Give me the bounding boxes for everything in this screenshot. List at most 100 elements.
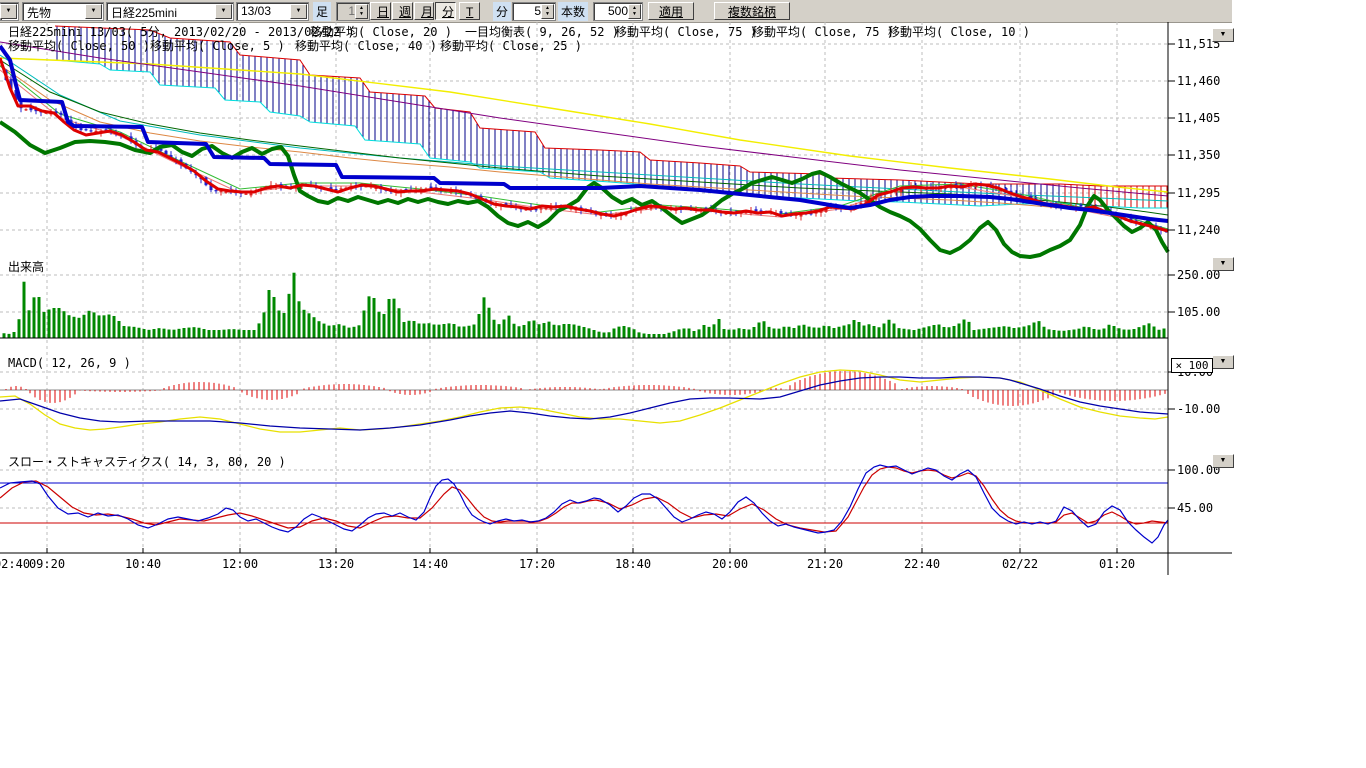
volume-bar — [523, 325, 526, 338]
volume-bar — [528, 321, 531, 338]
volume-bar — [1078, 329, 1081, 338]
volume-bar — [268, 290, 271, 338]
volume-bar — [728, 330, 731, 338]
volume-bar — [488, 308, 491, 338]
volume-bar — [208, 330, 211, 338]
volume-bar — [28, 310, 31, 338]
volume-bar — [468, 326, 471, 338]
period-daily-button[interactable]: 日 — [370, 2, 391, 20]
apply-button[interactable]: 適用 — [648, 2, 694, 20]
volume-bar — [1093, 329, 1096, 338]
volume-bar — [428, 323, 431, 338]
bar-count-spinner[interactable]: 500 ▲▼ — [593, 2, 643, 21]
volume-bar — [1058, 331, 1061, 338]
volume-bar — [163, 329, 166, 338]
pane-scale-menu-button[interactable]: ▼ — [1212, 454, 1234, 468]
volume-bar — [743, 329, 746, 338]
volume-bar — [258, 323, 261, 338]
volume-bar — [598, 332, 601, 338]
volume-bar — [63, 311, 66, 338]
pane-scale-menu-button[interactable]: ▼ — [1212, 355, 1234, 369]
volume-bar — [718, 319, 721, 338]
volume-bar — [1153, 327, 1156, 339]
volume-bar — [303, 310, 306, 338]
volume-bar — [613, 329, 616, 339]
volume-bar — [983, 329, 986, 338]
period-monthly-button[interactable]: 月 — [414, 2, 434, 20]
volume-bar — [73, 317, 76, 338]
volume-bar — [738, 328, 741, 338]
candlestick — [1080, 205, 1083, 207]
minute-spinner[interactable]: 5 ▲▼ — [512, 2, 556, 21]
volume-bar — [1003, 326, 1006, 338]
chevron-down-icon[interactable]: ▼ — [290, 4, 307, 19]
volume-bar — [68, 315, 71, 338]
multi-symbol-button[interactable]: 複数銘柄 — [714, 2, 790, 20]
contract-month-combo[interactable]: 13/03 ▼ — [236, 2, 309, 21]
volume-bar — [1073, 330, 1076, 339]
candlestick — [220, 191, 223, 192]
chevron-down-icon[interactable]: ▼ — [0, 4, 17, 19]
volume-bar — [1083, 327, 1086, 338]
legend-item: 日経225mini 13/03( 5分, 2013/02/20 - 2013/0… — [8, 25, 355, 39]
volume-bar — [493, 320, 496, 338]
volume-bar — [148, 330, 151, 338]
volume-bar — [388, 299, 391, 338]
volume-bar — [248, 330, 251, 338]
day-count-spinner[interactable]: 1 ▲▼ — [336, 2, 370, 21]
candlestick — [540, 208, 543, 209]
volume-bar — [1108, 325, 1111, 338]
volume-bar — [693, 331, 696, 338]
volume-bar — [1008, 327, 1011, 338]
x-axis-label: 02:40 — [0, 557, 30, 571]
category-combo[interactable]: 先物 ▼ — [22, 2, 104, 21]
volume-bar — [698, 329, 701, 338]
volume-bar — [588, 328, 591, 338]
chevron-down-icon[interactable]: ▼ — [215, 4, 232, 19]
period-minute-button[interactable]: 分 — [435, 2, 456, 20]
volume-bar — [833, 328, 836, 338]
volume-bar — [1113, 326, 1116, 338]
volume-bar — [1013, 328, 1016, 338]
volume-bar — [288, 294, 291, 338]
minute-label: 分 — [493, 2, 511, 21]
symbol-combo[interactable]: 日経225mini ▼ — [106, 2, 234, 21]
spinner-arrows-icon[interactable]: ▲▼ — [541, 4, 554, 19]
volume-bar — [3, 333, 6, 338]
volume-bar — [723, 329, 726, 338]
pane-scale-menu-button[interactable]: ▼ — [1212, 257, 1234, 271]
period-tick-button[interactable]: T — [459, 2, 480, 20]
volume-bar — [1128, 330, 1131, 338]
volume-bar — [438, 325, 441, 338]
minute-value: 5 — [534, 4, 541, 18]
x-axis-label: 21:20 — [807, 557, 843, 571]
volume-bar — [293, 273, 296, 338]
volume-bar — [393, 299, 396, 338]
volume-bar — [518, 326, 521, 338]
volume-bar — [973, 330, 976, 338]
volume-bar — [443, 324, 446, 338]
spinner-arrows-icon[interactable]: ▲▼ — [355, 4, 368, 19]
chevron-down-icon[interactable]: ▼ — [85, 4, 102, 19]
clipped-combo[interactable]: ▼ — [0, 2, 19, 21]
axes — [0, 22, 1232, 575]
candlestick — [60, 113, 63, 115]
spinner-arrows-icon[interactable]: ▲▼ — [628, 4, 641, 19]
volume-bar — [933, 325, 936, 338]
volume-bar — [773, 329, 776, 339]
volume-bar — [563, 324, 566, 338]
volume-bar — [53, 308, 56, 338]
gridlines — [0, 22, 1168, 553]
volume-bar — [13, 332, 16, 338]
pane-scale-menu-button[interactable]: ▼ — [1212, 28, 1234, 42]
bar-type-label: 足 — [313, 2, 331, 21]
period-weekly-button[interactable]: 週 — [392, 2, 413, 20]
volume-bar — [158, 328, 161, 338]
volume-bar — [573, 325, 576, 339]
volume-bar — [633, 329, 636, 338]
chart-canvas[interactable]: 日経225mini 13/03( 5分, 2013/02/20 - 2013/0… — [0, 22, 1240, 582]
volume-bar — [1133, 329, 1136, 338]
volume-bar — [298, 301, 301, 338]
symbol-combo-value: 日経225mini — [111, 4, 177, 21]
volume-bar — [373, 298, 376, 338]
